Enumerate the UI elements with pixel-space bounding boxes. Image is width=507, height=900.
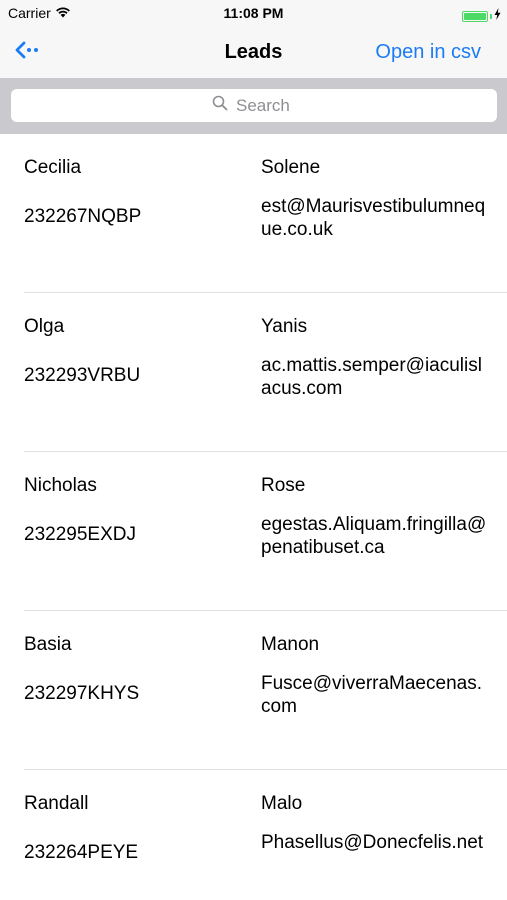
lead-email: Phasellus@Donecfelis.net — [261, 832, 484, 853]
search-bar — [0, 78, 507, 134]
lead-row[interactable]: Nicholas 232295EXDJ Rose egestas.Aliquam… — [24, 452, 507, 611]
lead-first-name: Cecilia — [24, 157, 82, 178]
lead-row[interactable]: Cecilia 232267NQBP Solene est@Maurisvest… — [24, 134, 507, 293]
lead-id: 232295EXDJ — [24, 524, 136, 545]
lead-email: est@Maurisvestibulumneque.co.uk — [261, 196, 486, 240]
charging-bolt-icon — [494, 7, 501, 25]
battery-tip — [490, 13, 492, 19]
search-icon — [212, 95, 228, 116]
lead-first-name: Nicholas — [24, 475, 97, 496]
lead-id: 232264PEYE — [24, 842, 139, 863]
lead-last-name: Solene — [261, 157, 321, 178]
lead-last-name: Yanis — [261, 316, 308, 337]
battery-icon — [462, 10, 488, 22]
lead-id: 232297KHYS — [24, 683, 140, 704]
lead-email: ac.mattis.semper@iaculislacus.com — [261, 355, 482, 399]
navigation-bar: Leads Open in csv — [0, 28, 507, 78]
lead-last-name: Rose — [261, 475, 306, 496]
lead-first-name: Olga — [24, 316, 65, 337]
battery-fill — [464, 12, 486, 20]
lead-id: 232267NQBP — [24, 206, 142, 227]
lead-id: 232293VRBU — [24, 365, 141, 386]
open-in-csv-button[interactable]: Open in csv — [375, 41, 481, 64]
status-time: 11:08 PM — [223, 5, 284, 21]
battery-indicator — [462, 7, 501, 25]
lead-row[interactable]: Basia 232297KHYS Manon Fusce@viverraMaec… — [24, 611, 507, 770]
lead-first-name: Basia — [24, 634, 72, 655]
lead-email: Fusce@viverraMaecenas.com — [261, 673, 482, 717]
lead-row[interactable]: Olga 232293VRBU Yanis ac.mattis.semper@i… — [24, 293, 507, 452]
lead-first-name: Randall — [24, 793, 89, 814]
lead-row[interactable]: Randall 232264PEYE Malo Phasellus@Donecf… — [24, 770, 507, 900]
lead-email: egestas.Aliquam.fringilla@penatibuset.ca — [261, 514, 487, 558]
screen: Carrier 11:08 PM Leads Open in csv Searc… — [0, 0, 507, 900]
lead-last-name: Malo — [261, 793, 303, 814]
search-field[interactable] — [11, 89, 497, 122]
search-input[interactable] — [236, 95, 296, 116]
lead-last-name: Manon — [261, 634, 320, 655]
leads-list: Cecilia 232267NQBP Solene est@Maurisvest… — [0, 134, 507, 900]
status-bar: Carrier 11:08 PM — [0, 0, 507, 28]
